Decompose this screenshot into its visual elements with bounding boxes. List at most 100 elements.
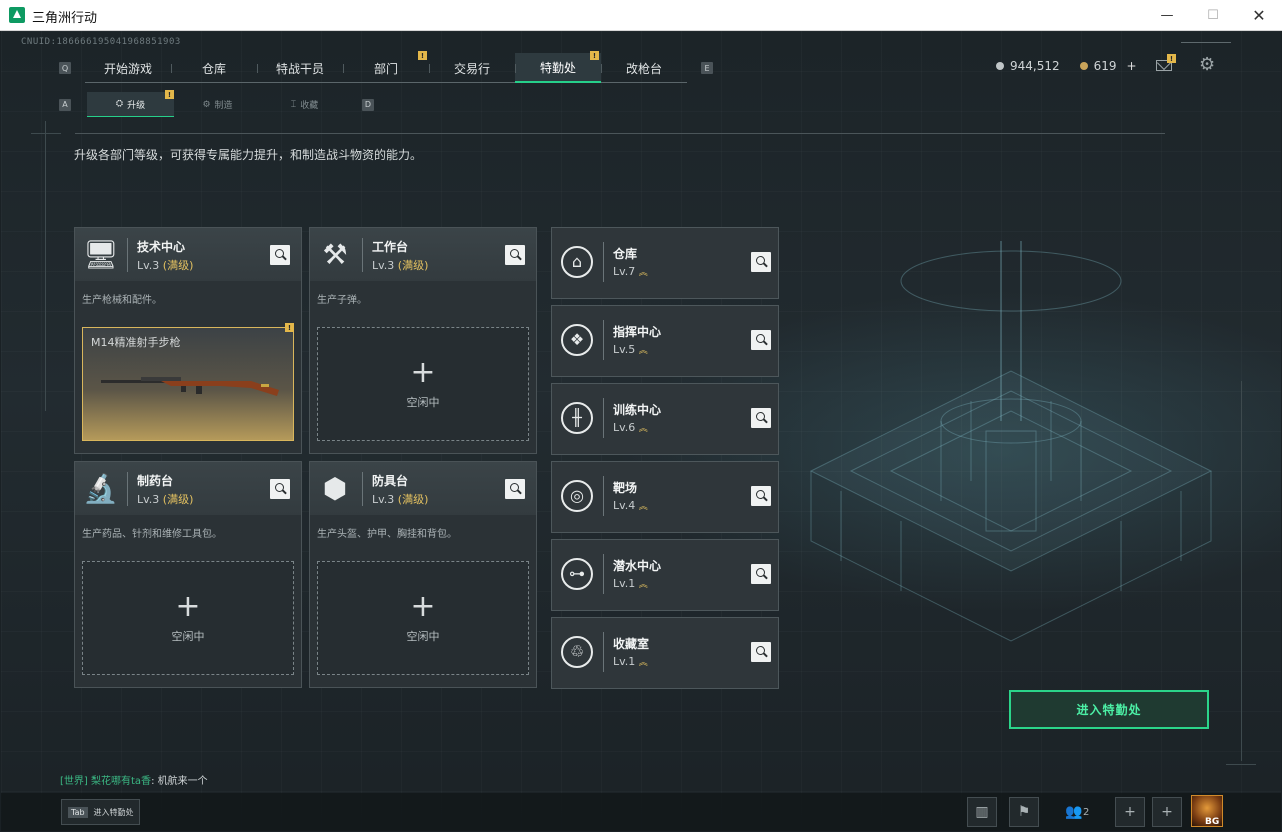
tab-gunsmith[interactable]: 改枪台 [601, 53, 687, 83]
tab-shortcut-label: 进入特勤处 [93, 807, 134, 817]
avatar-tag: BG [1205, 817, 1220, 827]
slot-status: 空闲中 [406, 630, 440, 643]
tab-label: 特勤处 [539, 60, 576, 75]
facility-name: 指挥中心 [613, 325, 662, 339]
plus-icon: + [175, 589, 201, 624]
tab-trading[interactable]: 交易行 [429, 53, 515, 83]
top-nav: Q 开始游戏 仓库 特战干员 部门! 交易行 特勤处! 改枪台 E [59, 51, 713, 83]
facility-divider [603, 320, 604, 360]
search-button[interactable] [505, 479, 525, 499]
craft-icon: ⚙ [202, 99, 211, 110]
level-value: Lv.3 [137, 493, 160, 506]
gear-icon[interactable]: ⚙ [1199, 56, 1217, 74]
search-button[interactable] [751, 642, 771, 662]
frame-cross-left [31, 133, 61, 134]
top-nav-tabs: 开始游戏 仓库 特战干员 部门! 交易行 特勤处! 改枪台 [85, 51, 687, 83]
slot-status: 空闲中 [171, 630, 205, 643]
maximize-button[interactable]: ☐ [1190, 0, 1236, 30]
subtab-label: 升级 [127, 100, 146, 111]
production-slot-item[interactable]: M14精准射手步枪 ! [82, 323, 294, 441]
facility-command-center[interactable]: ❖ 指挥中心 Lv.5 ︽ [551, 305, 779, 377]
max-level-tag: (满级) [397, 259, 429, 272]
subtab-collection[interactable]: ⌶ 收藏 [261, 92, 348, 117]
facility-level: Lv.6 ︽ [613, 421, 648, 434]
add-currency-button[interactable]: + [1127, 59, 1137, 73]
upgrade-icon: ⛭ [115, 99, 124, 109]
subtab-upgrade[interactable]: ⛭ 升级 ! [87, 90, 174, 117]
facility-warehouse[interactable]: ⌂ 仓库 Lv.7 ︽ [551, 227, 779, 299]
level-value: Lv.3 [137, 259, 160, 272]
notification-badge: ! [165, 90, 174, 99]
search-button[interactable] [751, 486, 771, 506]
production-slot-empty[interactable]: + 空闲中 [317, 327, 529, 441]
chat-line[interactable]: [世界] 梨花哪有ta香: 机航来一个 [60, 772, 208, 787]
chat-channel: [世界] [60, 776, 88, 787]
notification-badge: ! [590, 51, 599, 60]
notification-badge: ! [285, 323, 294, 332]
facility-collection-room[interactable]: ♲ 收藏室 Lv.1 ︽ [551, 617, 779, 689]
header-divider [75, 133, 1165, 134]
card-divider [127, 472, 128, 506]
card-header: 🔬 制药台 Lv.3 (满级) [75, 462, 301, 515]
search-button[interactable] [751, 252, 771, 272]
facility-divider [603, 242, 604, 282]
level-value: Lv.4 [613, 499, 636, 512]
search-button[interactable] [751, 564, 771, 584]
frame-top-right [1181, 42, 1231, 43]
minimize-button[interactable]: — [1144, 0, 1190, 30]
production-card-tech-center: 🖥 技术中心 Lv.3 (满级) 生产枪械和配件。 M14精准射手步枪 ! [74, 227, 302, 454]
level-value: Lv.6 [613, 421, 636, 434]
card-description: 生产子弹。 [317, 295, 367, 306]
facility-training-center[interactable]: ╫ 训练中心 Lv.6 ︽ [551, 383, 779, 455]
rifle-image [101, 377, 279, 396]
chat-message: : 机航来一个 [151, 776, 208, 787]
frame-line-left [45, 121, 46, 411]
search-button[interactable] [270, 245, 290, 265]
add-slot-button-2[interactable]: + [1152, 797, 1182, 827]
tab-operators[interactable]: 特战干员 [257, 53, 343, 83]
stats-chart-icon[interactable]: ▥ [967, 797, 997, 827]
card-description: 生产药品、针剂和维修工具包。 [82, 529, 222, 540]
app-logo-icon [9, 7, 25, 23]
cubes-icon: ⬢ [322, 472, 348, 505]
collection-room-icon: ♲ [561, 636, 593, 668]
friends-count: 2 [1083, 807, 1090, 818]
collection-icon: ⌶ [290, 99, 297, 110]
tab-start-game[interactable]: 开始游戏 [85, 53, 171, 83]
dumbbell-icon: ╫ [561, 402, 593, 434]
facility-name: 仓库 [613, 247, 638, 261]
close-button[interactable]: ✕ [1236, 0, 1282, 30]
enter-special-ops-button[interactable]: 进入特勤处 [1009, 690, 1209, 729]
facility-name: 靶场 [613, 481, 638, 495]
card-header: ⚒ 工作台 Lv.3 (满级) [310, 228, 536, 281]
tab-label: 改枪台 [625, 61, 662, 76]
tab-shortcut-button[interactable]: Tab 进入特勤处 [61, 799, 140, 825]
facility-divider [603, 554, 604, 594]
level-value: Lv.3 [372, 259, 395, 272]
search-button[interactable] [751, 408, 771, 428]
max-level-tag: (满级) [162, 493, 194, 506]
production-slot-empty[interactable]: + 空闲中 [317, 561, 529, 675]
max-level-tag: (满级) [397, 493, 429, 506]
card-level: Lv.3 (满级) [137, 491, 193, 507]
facility-shooting-range[interactable]: ◎ 靶场 Lv.4 ︽ [551, 461, 779, 533]
card-title: 防具台 [372, 474, 409, 488]
add-slot-button-1[interactable]: + [1115, 797, 1145, 827]
subtab-craft[interactable]: ⚙ 制造 [174, 92, 261, 117]
card-description: 生产头盔、护甲、胸挂和背包。 [317, 529, 457, 540]
facility-diving-center[interactable]: ⊶ 潜水中心 Lv.1 ︽ [551, 539, 779, 611]
tab-special-ops[interactable]: 特勤处! [515, 51, 601, 83]
search-button[interactable] [751, 330, 771, 350]
level-value: Lv.3 [372, 493, 395, 506]
tab-label: 部门 [373, 61, 398, 76]
user-id: CNUID:186666195041968851903 [21, 37, 181, 47]
production-slot-empty[interactable]: + 空闲中 [82, 561, 294, 675]
facility-level: Lv.4 ︽ [613, 499, 648, 512]
tab-warehouse[interactable]: 仓库 [171, 53, 257, 83]
upgrade-arrow-icon: ︽ [638, 502, 648, 512]
flag-icon[interactable]: ⚑ [1009, 797, 1039, 827]
tab-department[interactable]: 部门! [343, 51, 429, 83]
search-button[interactable] [270, 479, 290, 499]
tools-icon: ⚒ [322, 238, 348, 271]
search-button[interactable] [505, 245, 525, 265]
